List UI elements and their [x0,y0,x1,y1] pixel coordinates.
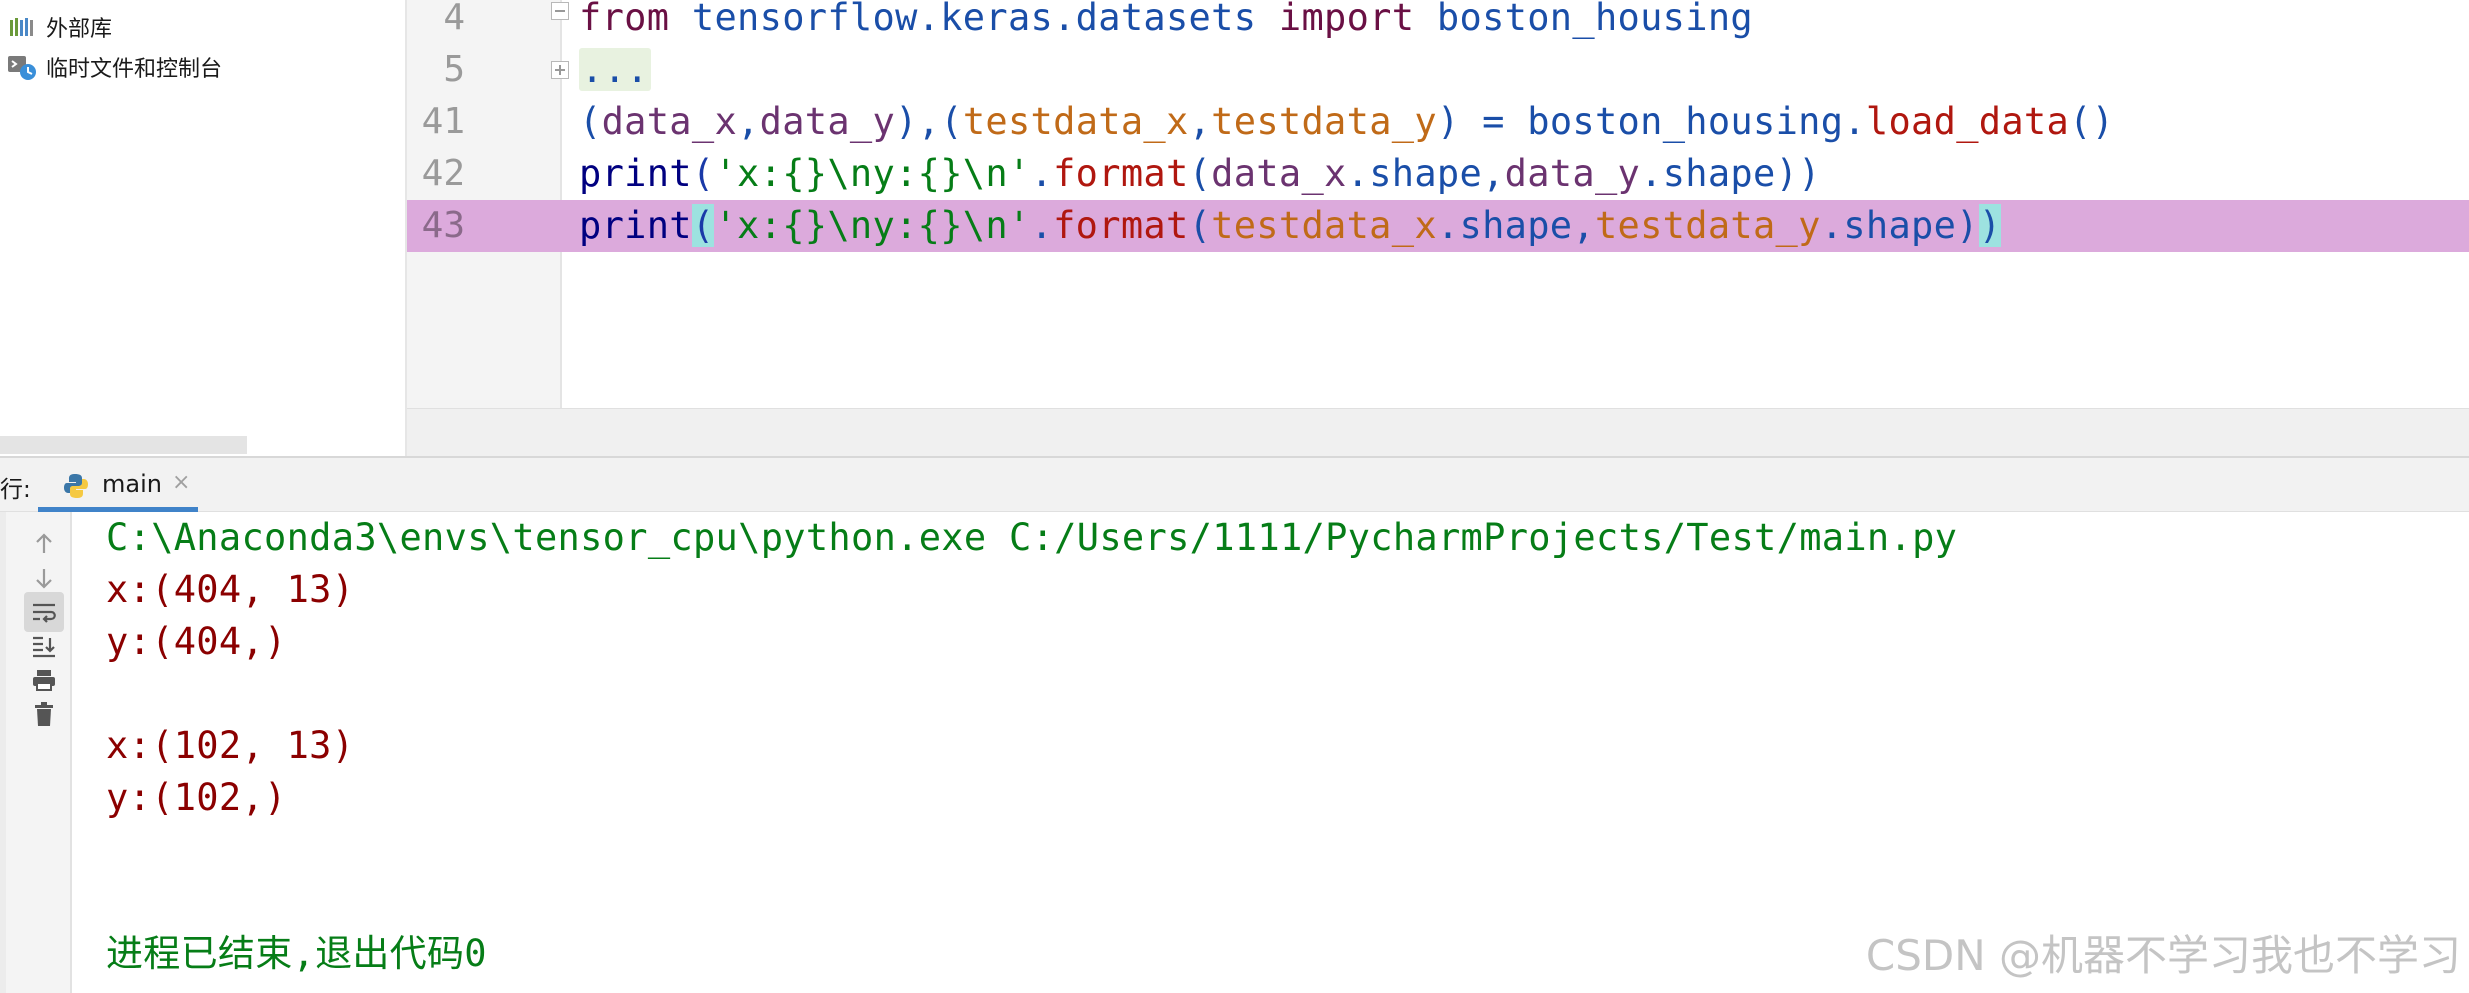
console-command-line: C:\Anaconda3\envs\tensor_cpu\python.exe … [106,516,1958,559]
fold-icon[interactable] [551,2,569,20]
console-output-line: y:(102,) [106,776,287,819]
code-editor[interactable]: 4 from tensorflow.keras.datasets import … [407,0,2469,408]
code-line-41[interactable]: 41 (data_x,data_y),(testdata_x,testdata_… [407,96,2469,148]
watermark: CSDN @机器不学习我也不学习 [1865,931,2461,980]
process-exit-message: 进程已结束,退出代码0 [106,932,487,975]
code-text: print('x:{}\ny:{}\n'.format(testdata_x.s… [579,204,2002,247]
code-text: from tensorflow.keras.datasets import bo… [579,0,1753,39]
code-text: (data_x,data_y),(testdata_x,testdata_y) … [579,100,2115,143]
matched-brace: ) [1978,204,2002,247]
run-console[interactable]: C:\Anaconda3\envs\tensor_cpu\python.exe … [72,512,2469,993]
library-icon [6,12,38,42]
project-tree-panel: 外部库 临时文件和控制台 [0,0,407,456]
tree-item-label: 外部库 [46,17,113,42]
run-toolbar [0,512,72,993]
left-tool-strip [0,512,6,993]
code-line-43-highlighted[interactable]: 43 print('x:{}\ny:{}\n'.format(testdata_… [407,200,2469,252]
line-number: 5 [443,49,465,90]
scratches-icon [6,52,38,82]
console-output-line: y:(404,) [106,620,287,663]
tree-item-label: 临时文件和控制台 [46,57,223,82]
tree-item-external-libraries[interactable]: 外部库 [6,10,112,44]
trash-icon[interactable] [24,694,64,734]
folded-code-placeholder[interactable]: ... [579,48,651,91]
run-panel-label: 行: [0,477,31,503]
code-line-4[interactable]: 4 from tensorflow.keras.datasets import … [407,0,2469,44]
editor-horizontal-scroll-area[interactable] [407,408,2469,456]
tab-label: main [102,470,162,498]
code-line-5[interactable]: 5 ... [407,44,2469,96]
expand-fold-icon[interactable] [551,61,569,79]
console-output-line: x:(404, 13) [106,568,355,611]
line-number: 4 [443,0,465,38]
close-icon[interactable]: × [172,470,190,495]
run-tool-window-header: 行: main × [0,456,2469,512]
code-line-42[interactable]: 42 print('x:{}\ny:{}\n'.format(data_x.sh… [407,148,2469,200]
run-tab-main[interactable]: main × [38,458,198,512]
tree-item-scratches[interactable]: 临时文件和控制台 [6,50,222,84]
code-text: ... [579,44,651,96]
python-icon [62,472,90,500]
console-output-line: x:(102, 13) [106,724,355,767]
matched-brace: ( [691,204,715,247]
code-text: print('x:{}\ny:{}\n'.format(data_x.shape… [579,152,1821,195]
line-number: 42 [421,153,465,194]
line-number: 43 [421,205,465,246]
line-number: 41 [421,101,465,142]
horizontal-scrollbar[interactable] [0,436,247,454]
